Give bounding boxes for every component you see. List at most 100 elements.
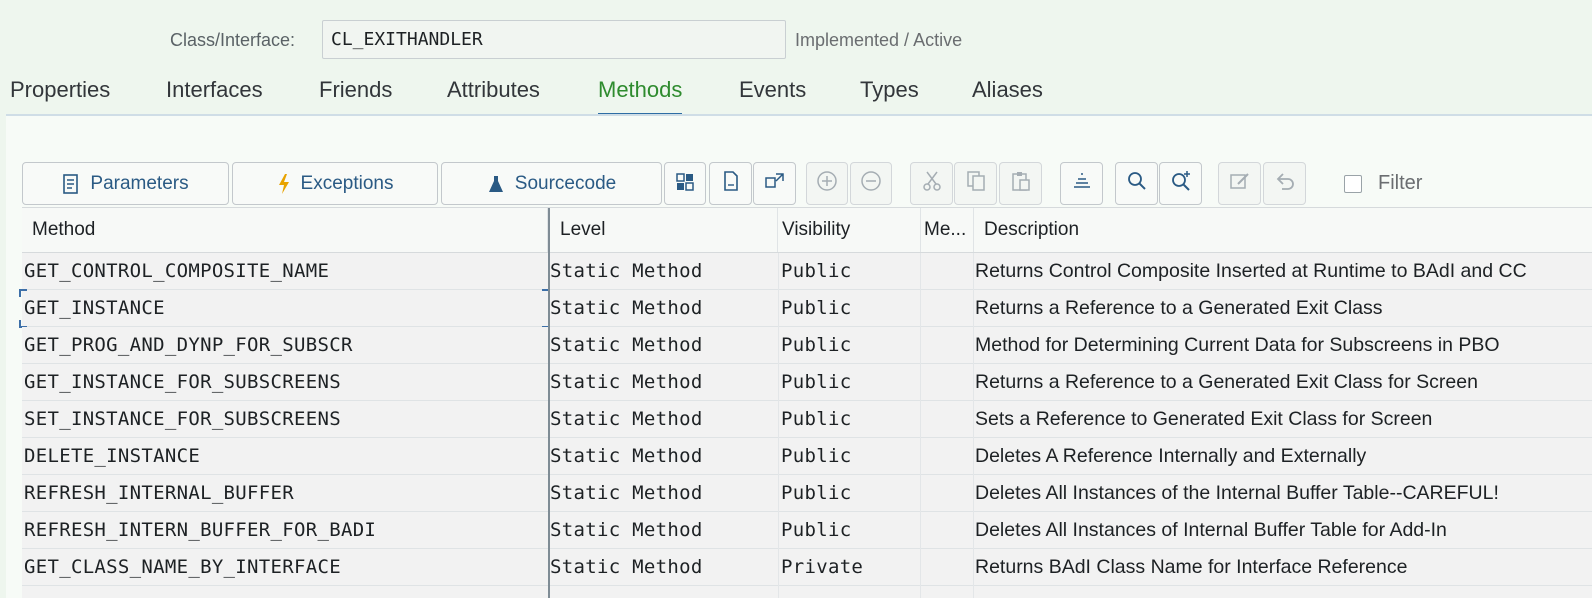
table-header: Method Level Visibility Me... Descriptio… bbox=[22, 208, 1592, 253]
cell-level: Static Method bbox=[550, 445, 703, 467]
cell-visibility: Public bbox=[781, 371, 852, 393]
expand-button[interactable] bbox=[753, 162, 796, 205]
cell-visibility: Public bbox=[781, 297, 852, 319]
puzzle-button[interactable] bbox=[664, 162, 706, 205]
cell-method: GET_CLASS_NAME_BY_INTERFACE bbox=[24, 556, 341, 578]
parameters-button[interactable]: Parameters bbox=[22, 162, 229, 205]
cut-button[interactable] bbox=[910, 162, 953, 205]
cell-level: Static Method bbox=[550, 556, 703, 578]
cell-level: Static Method bbox=[550, 482, 703, 504]
column-header-description[interactable]: Description bbox=[974, 208, 1592, 252]
cell-visibility: Public bbox=[781, 519, 852, 541]
class-interface-field[interactable]: CL_EXITHANDLER bbox=[322, 20, 786, 59]
undo-icon bbox=[1274, 171, 1296, 197]
column-header-level[interactable]: Level bbox=[550, 208, 778, 252]
parameters-icon bbox=[62, 173, 80, 195]
column-divider bbox=[920, 253, 921, 598]
cell-description: Deletes A Reference Internally and Exter… bbox=[975, 445, 1367, 467]
document-button[interactable] bbox=[709, 162, 752, 205]
table-row-partial[interactable] bbox=[22, 586, 1592, 598]
tab-aliases[interactable]: Aliases bbox=[972, 76, 1043, 116]
cell-visibility: Public bbox=[781, 445, 852, 467]
edit-button[interactable] bbox=[1218, 162, 1261, 205]
cell-method: DELETE_INSTANCE bbox=[24, 445, 201, 467]
cell-method: GET_CONTROL_COMPOSITE_NAME bbox=[24, 260, 330, 282]
table-row[interactable]: SET_INSTANCE_FOR_SUBSCREENS Static Metho… bbox=[22, 401, 1592, 438]
tab-methods[interactable]: Methods bbox=[598, 76, 683, 116]
puzzle-icon bbox=[674, 170, 696, 198]
cell-method: REFRESH_INTERNAL_BUFFER bbox=[24, 482, 294, 504]
cell-description: Returns a Reference to a Generated Exit … bbox=[975, 297, 1383, 319]
tab-friends[interactable]: Friends bbox=[319, 76, 392, 116]
expand-icon bbox=[764, 171, 786, 197]
exceptions-button[interactable]: Exceptions bbox=[232, 162, 438, 205]
cut-icon bbox=[922, 170, 942, 198]
tab-attributes[interactable]: Attributes bbox=[447, 76, 540, 116]
cell-visibility: Public bbox=[781, 334, 852, 356]
selection-corner-tl bbox=[19, 289, 27, 297]
copy-button[interactable] bbox=[954, 162, 997, 205]
cell-method: GET_INSTANCE bbox=[24, 297, 165, 319]
search-more-button[interactable] bbox=[1159, 162, 1202, 205]
cell-description: Deletes All Instances of Internal Buffer… bbox=[975, 519, 1447, 541]
undo-button[interactable] bbox=[1263, 162, 1306, 205]
cell-level: Static Method bbox=[550, 260, 703, 282]
cell-level: Static Method bbox=[550, 371, 703, 393]
paste-icon bbox=[1011, 170, 1031, 198]
cell-description: Deletes All Instances of the Internal Bu… bbox=[975, 482, 1499, 504]
cell-method: GET_INSTANCE_FOR_SUBSCREENS bbox=[24, 371, 341, 393]
tab-bar: Properties Interfaces Friends Attributes… bbox=[0, 76, 1592, 116]
parameters-label: Parameters bbox=[90, 172, 189, 194]
cell-level: Static Method bbox=[550, 519, 703, 541]
table-row[interactable]: GET_CLASS_NAME_BY_INTERFACE Static Metho… bbox=[22, 549, 1592, 586]
column-header-me[interactable]: Me... bbox=[921, 208, 974, 252]
class-interface-label: Class/Interface: bbox=[170, 30, 296, 50]
cell-description: Returns Control Composite Inserted at Ru… bbox=[975, 260, 1527, 282]
table-row[interactable]: REFRESH_INTERNAL_BUFFER Static Method Pu… bbox=[22, 475, 1592, 512]
search-button[interactable] bbox=[1115, 162, 1158, 205]
cell-method: GET_PROG_AND_DYNP_FOR_SUBSCR bbox=[24, 334, 353, 356]
tab-events[interactable]: Events bbox=[739, 76, 806, 116]
tab-interfaces[interactable]: Interfaces bbox=[166, 76, 263, 116]
align-icon bbox=[1071, 171, 1093, 197]
tab-types[interactable]: Types bbox=[860, 76, 919, 116]
cell-description: Returns BAdI Class Name for Interface Re… bbox=[975, 556, 1408, 578]
table-row[interactable]: GET_CONTROL_COMPOSITE_NAME Static Method… bbox=[22, 253, 1592, 290]
fixed-column-divider bbox=[548, 208, 550, 598]
cell-level: Static Method bbox=[550, 408, 703, 430]
cell-method: SET_INSTANCE_FOR_SUBSCREENS bbox=[24, 408, 341, 430]
lightning-icon bbox=[277, 173, 291, 195]
cell-visibility: Public bbox=[781, 482, 852, 504]
cell-level: Static Method bbox=[550, 297, 703, 319]
column-header-visibility[interactable]: Visibility bbox=[779, 208, 921, 252]
column-header-method[interactable]: Method bbox=[22, 208, 548, 252]
sourcecode-button[interactable]: Sourcecode bbox=[441, 162, 662, 205]
methods-table: Method Level Visibility Me... Descriptio… bbox=[19, 207, 1592, 598]
table-row[interactable]: GET_INSTANCE Static Method Public Return… bbox=[19, 289, 1592, 328]
paste-button[interactable] bbox=[999, 162, 1042, 205]
cell-visibility: Public bbox=[781, 408, 852, 430]
copy-icon bbox=[966, 170, 986, 198]
column-divider bbox=[778, 253, 779, 598]
flask-icon bbox=[487, 174, 505, 194]
table-row[interactable]: DELETE_INSTANCE Static Method Public Del… bbox=[22, 438, 1592, 475]
cell-visibility: Private bbox=[781, 556, 864, 578]
remove-button[interactable] bbox=[850, 162, 892, 205]
table-row[interactable]: REFRESH_INTERN_BUFFER_FOR_BADI Static Me… bbox=[22, 512, 1592, 549]
table-row[interactable]: GET_INSTANCE_FOR_SUBSCREENS Static Metho… bbox=[22, 364, 1592, 401]
align-button[interactable] bbox=[1060, 162, 1103, 205]
filter-label: Filter bbox=[1378, 172, 1423, 194]
filter-toggle[interactable]: Filter bbox=[1344, 172, 1422, 195]
cell-method: REFRESH_INTERN_BUFFER_FOR_BADI bbox=[24, 519, 377, 541]
tab-properties[interactable]: Properties bbox=[10, 76, 110, 116]
add-circle-icon bbox=[816, 170, 838, 198]
table-row[interactable]: GET_PROG_AND_DYNP_FOR_SUBSCR Static Meth… bbox=[22, 327, 1592, 364]
add-button[interactable] bbox=[806, 162, 848, 205]
cell-description: Sets a Reference to Generated Exit Class… bbox=[975, 408, 1433, 430]
column-divider bbox=[973, 253, 974, 598]
header-bar: Class/Interface: CL_EXITHANDLER Implemen… bbox=[0, 0, 1592, 116]
sourcecode-label: Sourcecode bbox=[514, 172, 617, 194]
cell-description: Method for Determining Current Data for … bbox=[975, 334, 1500, 356]
filter-checkbox[interactable] bbox=[1344, 174, 1362, 193]
search-icon bbox=[1126, 170, 1148, 198]
